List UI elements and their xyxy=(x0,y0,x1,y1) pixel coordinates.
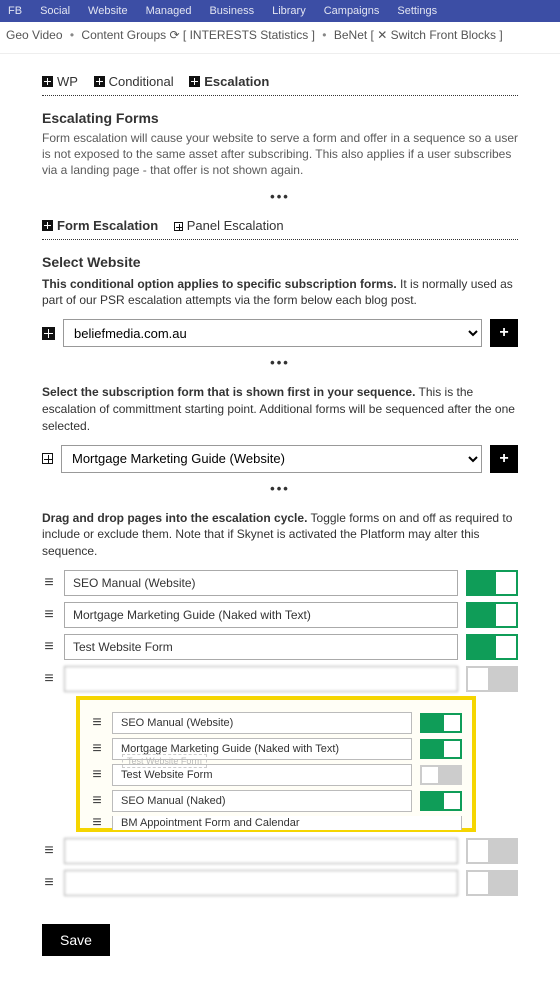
item-toggle[interactable] xyxy=(420,791,462,811)
drag-ghost: Test Website Form xyxy=(122,754,207,768)
top-nav: FB Social Website Managed Business Libra… xyxy=(0,0,560,22)
ellipsis-icon: ••• xyxy=(42,481,518,496)
nav-business[interactable]: Business xyxy=(209,5,254,17)
plus-icon xyxy=(42,76,53,87)
drag-handle-icon[interactable] xyxy=(90,715,104,731)
item-toggle[interactable] xyxy=(466,602,518,628)
divider xyxy=(42,95,518,96)
item-label[interactable]: BM Appointment Form and Calendar xyxy=(112,816,462,830)
list-item: SEO Manual (Website) xyxy=(90,712,462,734)
item-label-blurred xyxy=(64,870,458,896)
item-label[interactable]: SEO Manual (Website) xyxy=(112,712,412,734)
list-item xyxy=(42,838,518,864)
item-toggle[interactable] xyxy=(466,634,518,660)
drag-handle-icon[interactable] xyxy=(90,816,104,830)
nav-fb[interactable]: FB xyxy=(8,5,22,17)
crumb-statistics[interactable]: Statistics xyxy=(260,28,308,42)
drag-popup: SEO Manual (Website) Mortgage Marketing … xyxy=(76,696,476,832)
item-toggle[interactable] xyxy=(466,838,518,864)
item-label[interactable]: Test Website Form xyxy=(64,634,458,660)
list-item: SEO Manual (Naked) xyxy=(90,790,462,812)
tab-wp[interactable]: WP xyxy=(42,74,78,89)
subtab-panel-escalation[interactable]: Panel Escalation xyxy=(174,218,284,233)
drag-handle-icon[interactable] xyxy=(90,793,104,809)
plus-icon xyxy=(42,327,55,340)
drag-handle-icon[interactable] xyxy=(90,767,104,783)
list-item: Test Website Form xyxy=(42,634,518,660)
section-title-escalating-forms: Escalating Forms xyxy=(42,110,518,126)
item-label[interactable]: SEO Manual (Website) xyxy=(64,570,458,596)
add-form-button[interactable]: + xyxy=(490,445,518,473)
plus-icon xyxy=(42,220,53,231)
select-form-desc: Select the subscription form that is sho… xyxy=(42,384,518,434)
item-toggle[interactable] xyxy=(420,713,462,733)
item-toggle[interactable] xyxy=(466,570,518,596)
select-website-desc: This conditional option applies to speci… xyxy=(42,276,518,310)
ellipsis-icon: ••• xyxy=(42,189,518,204)
plus-outline-icon xyxy=(42,453,53,464)
list-item: Mortgage Marketing Guide (Naked with Tex… xyxy=(42,602,518,628)
refresh-icon[interactable]: ⟳ xyxy=(169,29,179,43)
crumb-video[interactable]: Video xyxy=(32,28,62,42)
nav-campaigns[interactable]: Campaigns xyxy=(324,5,380,17)
plus-icon xyxy=(189,76,200,87)
plus-icon xyxy=(94,76,105,87)
tab-escalation[interactable]: Escalation xyxy=(189,74,269,89)
crumb-content-groups[interactable]: Content Groups xyxy=(81,28,166,42)
website-select[interactable]: beliefmedia.com.au xyxy=(63,319,482,347)
nav-library[interactable]: Library xyxy=(272,5,306,17)
add-website-button[interactable]: + xyxy=(490,319,518,347)
tab-conditional[interactable]: Conditional xyxy=(94,74,174,89)
crumb-blocks[interactable]: Blocks xyxy=(461,28,496,42)
breadcrumb: Geo Video • Content Groups ⟳ [ INTERESTS… xyxy=(0,22,560,54)
ellipsis-icon: ••• xyxy=(42,355,518,370)
crumb-front[interactable]: Front xyxy=(429,28,457,42)
list-item xyxy=(42,870,518,896)
section-title-select-website: Select Website xyxy=(42,254,518,270)
drag-handle-icon[interactable] xyxy=(42,639,56,655)
drag-handle-icon[interactable] xyxy=(42,575,56,591)
sub-tabs: Form Escalation Panel Escalation xyxy=(42,218,518,233)
item-label-blurred xyxy=(64,666,458,692)
nav-managed[interactable]: Managed xyxy=(146,5,192,17)
drag-handle-icon[interactable] xyxy=(42,875,56,891)
item-label[interactable]: Mortgage Marketing Guide (Naked with Tex… xyxy=(64,602,458,628)
item-toggle[interactable] xyxy=(466,870,518,896)
crumb-geo[interactable]: Geo xyxy=(6,28,29,42)
nav-settings[interactable]: Settings xyxy=(397,5,437,17)
list-item xyxy=(42,666,518,692)
shuffle-icon[interactable]: ✕ xyxy=(377,29,387,43)
list-item: SEO Manual (Website) xyxy=(42,570,518,596)
drag-desc: Drag and drop pages into the escalation … xyxy=(42,510,518,560)
primary-tabs: WP Conditional Escalation xyxy=(42,74,518,89)
crumb-interests[interactable]: INTERESTS xyxy=(190,28,257,42)
drag-handle-icon[interactable] xyxy=(42,843,56,859)
nav-website[interactable]: Website xyxy=(88,5,128,17)
form-select[interactable]: Mortgage Marketing Guide (Website) xyxy=(61,445,482,473)
list-item: BM Appointment Form and Calendar xyxy=(90,816,462,830)
item-toggle[interactable] xyxy=(420,739,462,759)
section-desc: Form escalation will cause your website … xyxy=(42,130,518,179)
subtab-form-escalation[interactable]: Form Escalation xyxy=(42,218,158,233)
drag-handle-icon[interactable] xyxy=(90,741,104,757)
plus-outline-icon xyxy=(174,222,183,231)
divider xyxy=(42,239,518,240)
item-label[interactable]: SEO Manual (Naked) xyxy=(112,790,412,812)
drag-handle-icon[interactable] xyxy=(42,671,56,687)
crumb-benet[interactable]: BeNet xyxy=(334,28,367,42)
item-label-blurred xyxy=(64,838,458,864)
drag-handle-icon[interactable] xyxy=(42,607,56,623)
escalation-list: SEO Manual (Website) Mortgage Marketing … xyxy=(42,570,518,896)
crumb-switch[interactable]: Switch xyxy=(391,28,426,42)
nav-social[interactable]: Social xyxy=(40,5,70,17)
item-toggle[interactable] xyxy=(466,666,518,692)
item-toggle[interactable] xyxy=(420,765,462,785)
